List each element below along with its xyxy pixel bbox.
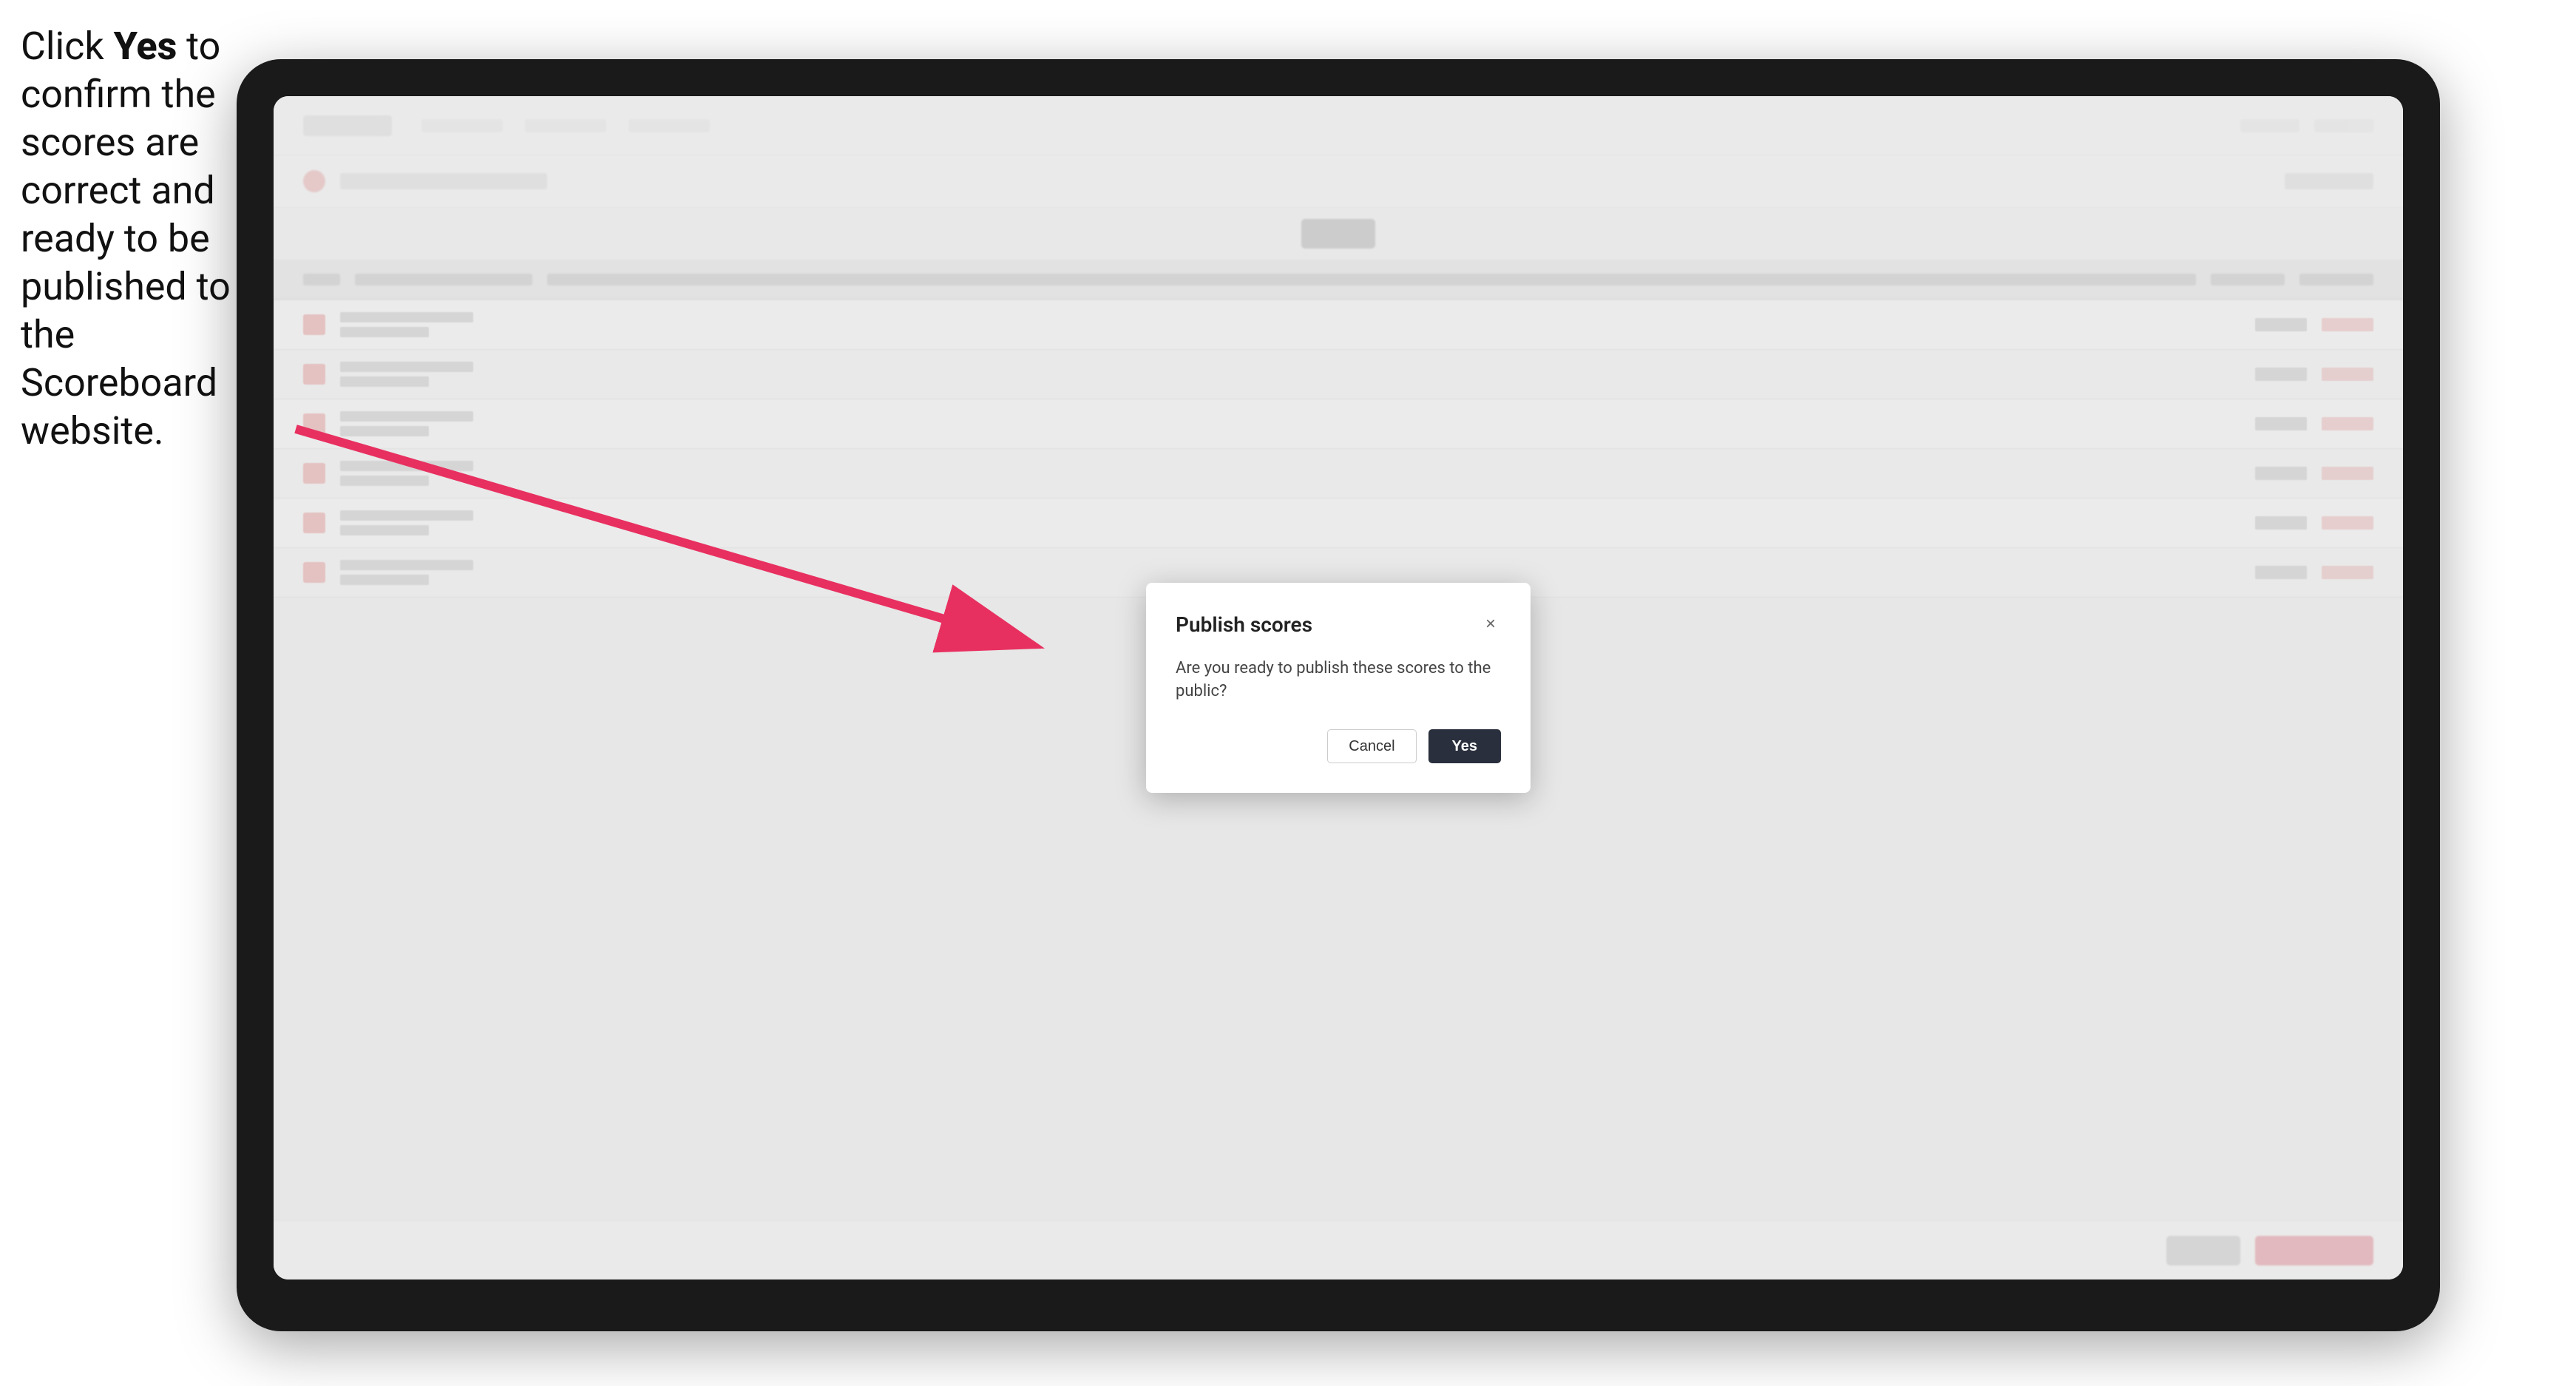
instruction-suffix: to confirm the scores are correct and re…	[21, 24, 231, 453]
cancel-button[interactable]: Cancel	[1327, 729, 1416, 763]
yes-button[interactable]: Yes	[1428, 729, 1501, 763]
tablet-screen: Publish scores × Are you ready to publis…	[274, 96, 2403, 1279]
app-screen: Publish scores × Are you ready to publis…	[274, 96, 2403, 1279]
modal-close-button[interactable]: ×	[1480, 614, 1501, 635]
tablet-device: Publish scores × Are you ready to publis…	[237, 59, 2440, 1331]
publish-scores-dialog: Publish scores × Are you ready to publis…	[1146, 583, 1531, 794]
modal-header: Publish scores ×	[1176, 612, 1501, 637]
modal-footer: Cancel Yes	[1176, 729, 1501, 763]
instruction-prefix: Click	[21, 24, 114, 69]
instruction-bold: Yes	[114, 24, 177, 69]
instruction-text: Click Yes to confirm the scores are corr…	[21, 22, 235, 455]
modal-body-text: Are you ready to publish these scores to…	[1176, 657, 1501, 703]
modal-title: Publish scores	[1176, 612, 1312, 637]
modal-overlay: Publish scores × Are you ready to publis…	[274, 96, 2403, 1279]
